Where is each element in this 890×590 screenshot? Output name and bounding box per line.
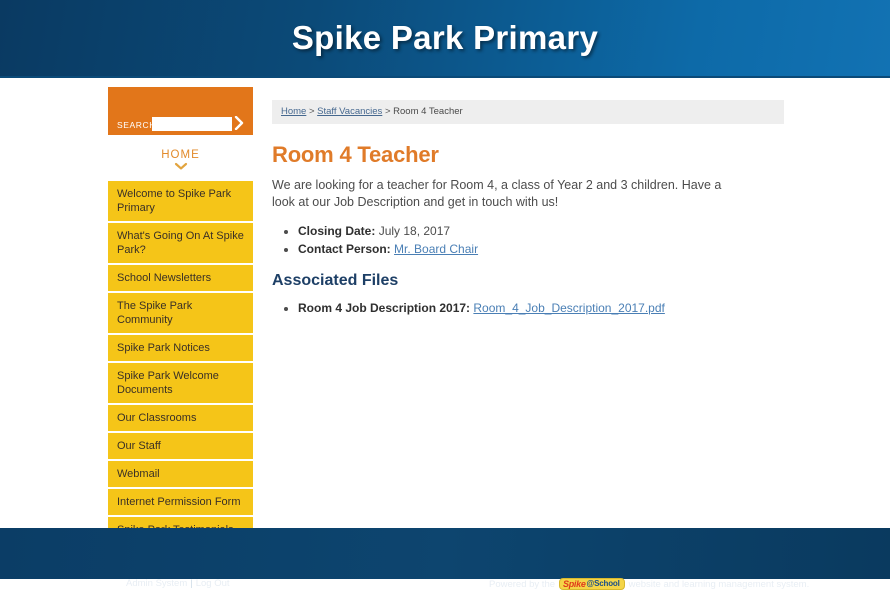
- powered-by-suffix: website and learning management system.: [628, 578, 810, 590]
- sidebar-item-webmail[interactable]: Webmail: [108, 461, 253, 487]
- main-content: Home > Staff Vacancies > Room 4 Teacher …: [272, 100, 784, 317]
- breadcrumb-separator-1: >: [306, 106, 318, 117]
- sidebar-item-our-staff[interactable]: Our Staff: [108, 433, 253, 459]
- page-title: Room 4 Teacher: [272, 142, 439, 167]
- search-label: SEARCH: [117, 120, 157, 130]
- breadcrumb-link-staff-vacancies[interactable]: Staff Vacancies: [317, 106, 382, 117]
- logo-primary-text: Spike: [563, 579, 586, 589]
- sidebar-item-the-spike-park-community[interactable]: The Spike Park Community: [108, 293, 253, 333]
- search-input[interactable]: [152, 117, 232, 131]
- list-item: Room 4 Job Description 2017: Room_4_Job_…: [298, 300, 784, 317]
- job-detail-list: Closing Date: July 18, 2017 Contact Pers…: [272, 223, 784, 258]
- breadcrumb-current: Room 4 Teacher: [393, 106, 463, 117]
- list-item: Contact Person: Mr. Board Chair: [298, 241, 784, 258]
- sidebar-item-spike-park-welcome-documents[interactable]: Spike Park Welcome Documents: [108, 363, 253, 403]
- detail-label-contact-person: Contact Person:: [298, 242, 391, 256]
- detail-link-contact-person[interactable]: Mr. Board Chair: [394, 242, 478, 256]
- chevron-right-icon: [234, 116, 244, 130]
- detail-label-closing-date: Closing Date:: [298, 224, 376, 238]
- sidebar-item-our-classrooms[interactable]: Our Classrooms: [108, 405, 253, 431]
- site-footer: Admin System | Log Out Powered by the Spik…: [0, 528, 890, 590]
- admin-system-link[interactable]: Admin System: [126, 578, 187, 589]
- intro-paragraph: We are looking for a teacher for Room 4,…: [272, 178, 722, 209]
- footer-admin-links: Admin System | Log Out: [126, 578, 230, 589]
- site-header: Spike Park Primary: [0, 0, 890, 78]
- sidebar-item-welcome-to-spike-park-primary[interactable]: Welcome to Spike Park Primary: [108, 181, 253, 221]
- site-title: Spike Park Primary: [291, 19, 599, 56]
- log-out-link[interactable]: Log Out: [196, 578, 230, 589]
- sidebar-item-internet-permission-form[interactable]: Internet Permission Form: [108, 489, 253, 515]
- sidebar: SEARCH HOME Welcome to Spike Park Primar…: [108, 87, 253, 587]
- list-item: Closing Date: July 18, 2017: [298, 223, 784, 240]
- spike-at-school-logo[interactable]: Spike @School: [559, 578, 625, 590]
- search-submit-button[interactable]: [232, 114, 246, 132]
- home-chevron-wrap: [108, 162, 253, 172]
- sidebar-home-link[interactable]: HOME: [108, 149, 253, 161]
- breadcrumb-separator-2: >: [382, 106, 394, 117]
- associated-files-list: Room 4 Job Description 2017: Room_4_Job_…: [272, 300, 784, 317]
- search-box: SEARCH: [108, 87, 253, 135]
- sidebar-item-spike-park-notices[interactable]: Spike Park Notices: [108, 335, 253, 361]
- file-label-room-4-job-description: Room 4 Job Description 2017:: [298, 301, 471, 315]
- powered-by-prefix: Powered by the: [489, 578, 556, 590]
- file-link-room-4-job-description[interactable]: Room_4_Job_Description_2017.pdf: [473, 301, 664, 315]
- sidebar-menu: Welcome to Spike Park Primary What's Goi…: [108, 181, 253, 571]
- page-body: SEARCH HOME Welcome to Spike Park Primar…: [0, 78, 890, 571]
- logo-secondary-text: @School: [586, 579, 620, 588]
- chevron-down-icon: [174, 162, 187, 170]
- footer-powered-by: Powered by the Spike @School website and…: [489, 578, 809, 590]
- sidebar-item-school-newsletters[interactable]: School Newsletters: [108, 265, 253, 291]
- sidebar-item-whats-going-on-at-spike-park[interactable]: What's Going On At Spike Park?: [108, 223, 253, 263]
- associated-files-heading: Associated Files: [272, 272, 399, 289]
- footer-divider: |: [190, 578, 193, 589]
- breadcrumb-link-home[interactable]: Home: [281, 106, 306, 117]
- detail-value-closing-date: July 18, 2017: [378, 224, 451, 238]
- breadcrumb: Home > Staff Vacancies > Room 4 Teacher: [272, 100, 784, 124]
